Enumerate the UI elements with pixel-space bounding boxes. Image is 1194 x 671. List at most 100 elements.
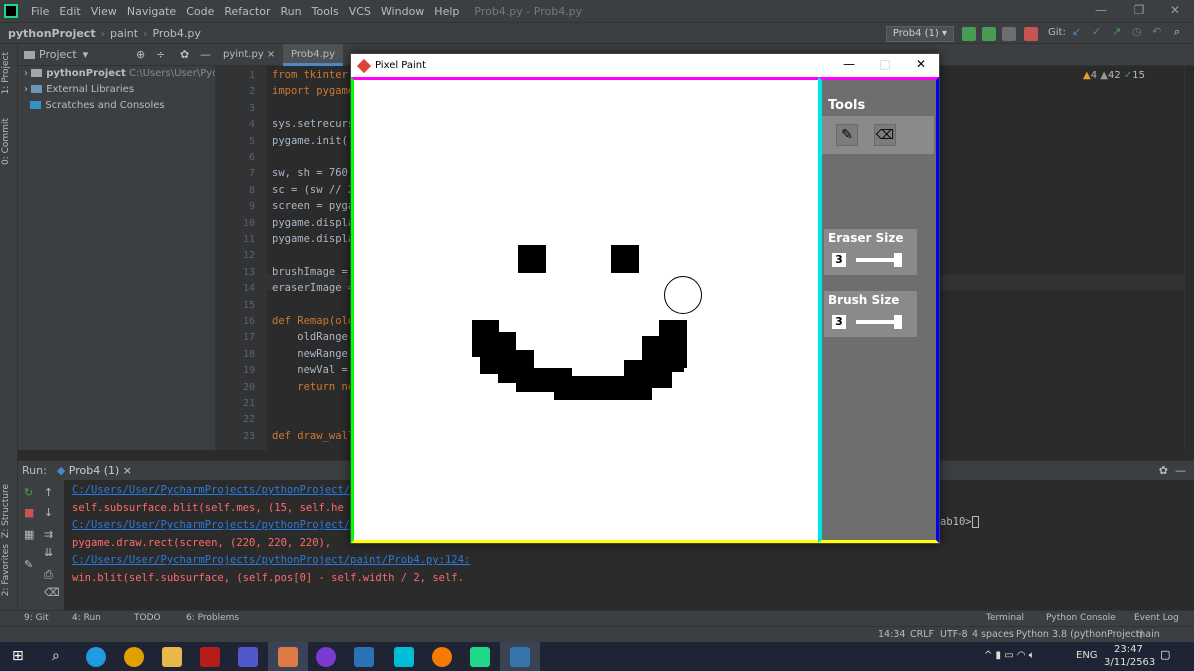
interpreter[interactable]: Python 3.8 (pythonProject) (1016, 629, 1143, 640)
windows-start-icon[interactable]: ⊞ (12, 648, 24, 664)
crumb-folder[interactable]: paint (110, 27, 138, 40)
menu-navigate[interactable]: Navigate (122, 5, 181, 18)
crumb-file[interactable]: Prob4.py (152, 27, 200, 40)
brush-size-knob[interactable] (894, 315, 902, 329)
file-encoding[interactable]: UTF-8 (940, 629, 968, 640)
language-indicator[interactable]: ENG (1076, 650, 1098, 661)
rollback-icon[interactable]: ↶ (1152, 25, 1161, 38)
search-icon[interactable]: ⌕ (52, 648, 60, 664)
console-line[interactable]: C:/Users/User/PycharmProjects/pythonProj… (72, 484, 356, 496)
hide-icon[interactable]: — (1175, 464, 1186, 477)
down-icon[interactable]: ↓ (44, 506, 53, 519)
locate-icon[interactable]: ⊕ (136, 48, 145, 61)
console-line[interactable]: C:/Users/User/PycharmProjects/pythonProj… (72, 554, 470, 566)
caret-position[interactable]: 14:34 (878, 629, 905, 640)
history-icon[interactable]: ◷ (1132, 25, 1142, 38)
paint-title-bar[interactable]: Pixel Paint — □ ✕ (351, 54, 939, 77)
git-push-icon[interactable]: ↗ (1112, 25, 1121, 38)
tree-item-project[interactable]: › pythonProject C:\Users\User\PycharmPr (18, 66, 215, 82)
tree-item-libraries[interactable]: › External Libraries (18, 82, 215, 98)
problems-tool-tab[interactable]: 6: Problems (186, 613, 239, 623)
terminal-prompt[interactable]: ab10> (940, 516, 979, 528)
eraser-size-knob[interactable] (894, 253, 902, 267)
run-tool-tab[interactable]: 4: Run (72, 613, 101, 623)
restore-icon[interactable]: ❐ (1124, 3, 1154, 17)
menu-tools[interactable]: Tools (307, 5, 344, 18)
search-icon[interactable]: ⌕ (1174, 25, 1180, 39)
inspection-widget[interactable]: ▲4 ▲42 ✓15 (1083, 70, 1145, 81)
tray-icons[interactable]: ^ ▮ ▭ ◠ 🔈︎ (984, 650, 1035, 661)
brush-tool-button[interactable]: ✎ (836, 124, 858, 146)
file-explorer-icon[interactable] (162, 647, 182, 667)
coverage-icon[interactable] (1002, 27, 1016, 41)
teams-icon[interactable] (238, 647, 258, 667)
terminal-tool-tab[interactable]: Terminal (986, 613, 1024, 623)
drawing-canvas[interactable] (351, 77, 818, 543)
git-tool-tab[interactable]: 9: Git (24, 613, 49, 623)
menu-run[interactable]: Run (276, 5, 307, 18)
line-separator[interactable]: CRLF (910, 629, 934, 640)
stop-icon[interactable] (1024, 27, 1038, 41)
crumb-project[interactable]: pythonProject (8, 27, 96, 40)
run-tab[interactable]: ◆ Prob4 (1) × (57, 464, 132, 477)
stop-icon[interactable]: ■ (24, 506, 34, 519)
structure-tool-tab[interactable]: Z: Structure (1, 484, 11, 538)
eraser-tool-button[interactable]: ⌫ (874, 124, 896, 146)
menu-window[interactable]: Window (376, 5, 429, 18)
gear-icon[interactable]: ✿ (180, 48, 189, 61)
rerun-icon[interactable]: ↻ (24, 486, 33, 499)
steam-icon[interactable] (394, 647, 414, 667)
menu-code[interactable]: Code (181, 5, 219, 18)
chevron-down-icon[interactable]: ▾ (83, 48, 89, 61)
edge-icon[interactable] (86, 647, 106, 667)
menu-file[interactable]: File (26, 5, 54, 18)
menu-edit[interactable]: Edit (54, 5, 85, 18)
project-panel-title[interactable]: Project (39, 48, 77, 61)
favorites-tool-tab[interactable]: 2: Favorites (1, 544, 11, 596)
pin-icon[interactable]: ✎ (24, 558, 33, 571)
git-commit-icon[interactable]: ✓ (1092, 25, 1101, 38)
tree-item-scratches[interactable]: Scratches and Consoles (18, 98, 215, 114)
debug-icon[interactable] (982, 27, 996, 41)
close-icon[interactable]: ✕ (903, 57, 939, 71)
minimize-icon[interactable]: — (1086, 3, 1116, 17)
scroll-end-icon[interactable]: ⇊ (44, 546, 53, 559)
up-icon[interactable]: ↑ (44, 486, 53, 499)
python-icon[interactable] (510, 647, 530, 667)
clock-time[interactable]: 23:47 (1114, 644, 1143, 655)
menu-refactor[interactable]: Refactor (219, 5, 275, 18)
collapse-icon[interactable]: ÷ (156, 48, 165, 61)
app-red-icon[interactable] (200, 647, 220, 667)
obs-icon[interactable] (316, 647, 336, 667)
app-orange-icon[interactable] (278, 647, 298, 667)
pycharm-icon[interactable] (470, 647, 490, 667)
print-icon[interactable]: ⎙ (44, 568, 53, 582)
menu-view[interactable]: View (86, 5, 122, 18)
gear-icon[interactable]: ✿ (1159, 464, 1168, 477)
tab-pyint[interactable]: pyint.py × (215, 44, 283, 66)
project-tool-tab[interactable]: 1: Project (1, 52, 11, 94)
rerun-icon[interactable] (962, 27, 976, 41)
commit-tool-tab[interactable]: 0: Commit (1, 118, 11, 165)
wrap-icon[interactable]: ⇉ (44, 528, 53, 541)
console-line[interactable]: C:/Users/User/PycharmProjects/pythonProj… (72, 519, 356, 531)
chrome-icon[interactable] (124, 647, 144, 667)
trash-icon[interactable]: ⌫ (44, 586, 60, 599)
close-icon[interactable]: ✕ (1160, 3, 1190, 17)
minimize-icon[interactable]: — (831, 57, 867, 71)
git-branch[interactable]: main (1136, 629, 1160, 640)
hide-icon[interactable]: — (200, 48, 211, 61)
app-check-icon[interactable] (354, 647, 374, 667)
tab-prob4[interactable]: Prob4.py (283, 44, 344, 66)
menu-vcs[interactable]: VCS (344, 5, 376, 18)
todo-tool-tab[interactable]: TODO (134, 613, 161, 623)
python-console-tool-tab[interactable]: Python Console (1046, 613, 1116, 623)
layout-icon[interactable]: ▦ (24, 528, 34, 541)
overwatch-icon[interactable] (432, 647, 452, 667)
indent-setting[interactable]: 4 spaces (972, 629, 1014, 640)
clock-date[interactable]: 3/11/2563 (1104, 657, 1155, 668)
event-log-tool-tab[interactable]: Event Log (1134, 613, 1179, 623)
git-update-icon[interactable]: ↙ (1072, 25, 1081, 38)
menu-help[interactable]: Help (429, 5, 464, 18)
run-config-select[interactable]: Prob4 (1) ▾ (885, 26, 954, 42)
